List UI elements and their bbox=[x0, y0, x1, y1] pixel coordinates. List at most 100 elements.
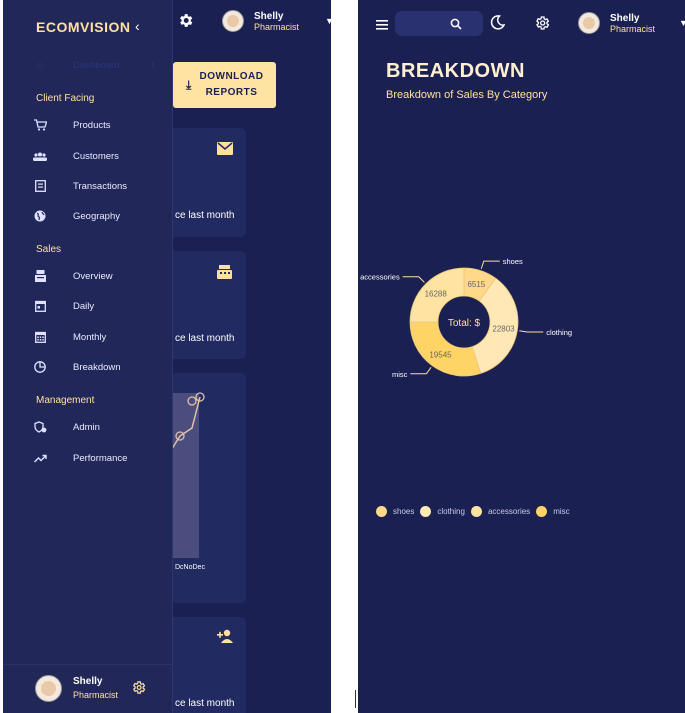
sidebar-item-label: Performance bbox=[73, 452, 128, 464]
leader-line bbox=[402, 276, 425, 283]
slice-category-label: clothing bbox=[546, 328, 572, 337]
download-label-line1: DOWNLOAD bbox=[199, 71, 264, 82]
leader-line bbox=[519, 330, 544, 333]
leader-line bbox=[410, 367, 432, 375]
user-menu[interactable]: Shelly Pharmacist ▼ bbox=[222, 10, 331, 32]
cart-icon bbox=[33, 118, 47, 132]
legend-label: accessories bbox=[487, 506, 531, 516]
sidebar: ECOMVISION ‹ ⌂ Dashboard › Client Facing… bbox=[3, 0, 173, 713]
sidebar-item-label: Dashboard bbox=[73, 59, 120, 71]
home-icon: ⌂ bbox=[36, 59, 44, 71]
collapse-sidebar-button[interactable]: ‹ bbox=[135, 18, 140, 34]
card-change-text: ce last month bbox=[175, 210, 235, 221]
slice-category-label: accessories bbox=[360, 273, 400, 282]
slice-value-label: 19545 bbox=[429, 350, 452, 359]
search-icon[interactable] bbox=[450, 17, 462, 35]
globe-icon bbox=[33, 209, 47, 223]
legend-swatch bbox=[470, 505, 482, 517]
donut-center-label: Total: $ bbox=[448, 318, 481, 329]
legend-item-clothing[interactable]: clothing bbox=[420, 505, 465, 517]
sidebar-item-breakdown[interactable]: Breakdown bbox=[33, 356, 163, 378]
gear-icon[interactable] bbox=[534, 15, 550, 36]
stat-card: ce last month bbox=[163, 128, 246, 237]
sidebar-item-geography[interactable]: Geography bbox=[33, 205, 163, 227]
download-reports-button[interactable]: ⤓ DOWNLOAD REPORTS bbox=[173, 62, 276, 108]
menu-icon[interactable] bbox=[376, 17, 388, 35]
legend-swatch bbox=[376, 505, 387, 517]
page-subtitle: Breakdown of Sales By Category bbox=[386, 89, 548, 101]
sidebar-item-products[interactable]: Products bbox=[33, 114, 163, 136]
calendar-month-icon bbox=[33, 330, 47, 344]
window-divider bbox=[355, 690, 356, 708]
avatar bbox=[35, 675, 62, 702]
sidebar-item-label: Daily bbox=[73, 300, 95, 312]
chevron-right-icon: › bbox=[151, 59, 155, 71]
groups-icon bbox=[33, 149, 47, 163]
slice-value-label: 22803 bbox=[492, 324, 515, 333]
legend-label: shoes bbox=[393, 506, 415, 516]
sidebar-item-performance[interactable]: Performance bbox=[33, 447, 163, 469]
admin-icon bbox=[33, 420, 47, 434]
user-name: Shelly bbox=[610, 12, 640, 24]
point-of-sale-icon bbox=[33, 269, 47, 283]
mini-chart-axis-labels: DcNoDec bbox=[175, 564, 205, 571]
legend-item-shoes[interactable]: shoes bbox=[376, 505, 415, 517]
pie-chart-icon bbox=[33, 360, 47, 374]
person-add-icon bbox=[217, 629, 234, 646]
legend-label: misc bbox=[553, 506, 570, 516]
sidebar-footer: Shelly Pharmacist bbox=[3, 664, 173, 713]
gear-icon[interactable] bbox=[131, 680, 146, 700]
sidebar-item-monthly[interactable]: Monthly bbox=[33, 326, 163, 348]
user-menu[interactable]: Shelly Pharmacist ▼ bbox=[578, 12, 685, 34]
gear-icon[interactable] bbox=[177, 12, 194, 34]
chart-legend: shoes clothing accessories misc bbox=[376, 503, 576, 519]
leader-line bbox=[480, 260, 500, 269]
pie-slice-misc[interactable] bbox=[409, 321, 482, 377]
legend-swatch bbox=[536, 505, 548, 517]
page-title: BREAKDOWN bbox=[386, 60, 525, 82]
user-role: Pharmacist bbox=[73, 690, 119, 700]
stat-card: ce last month bbox=[163, 251, 246, 359]
sidebar-item-label: Breakdown bbox=[73, 361, 121, 373]
trending-up-icon bbox=[33, 451, 47, 465]
sidebar-item-label: Customers bbox=[73, 150, 119, 162]
sidebar-item-daily[interactable]: Daily bbox=[33, 295, 163, 317]
sidebar-item-label: Transactions bbox=[73, 180, 128, 192]
stat-card: ce last month bbox=[163, 617, 246, 713]
caret-down-icon[interactable]: ▼ bbox=[325, 16, 331, 26]
search-input[interactable] bbox=[395, 11, 483, 36]
user-role: Pharmacist bbox=[610, 23, 656, 34]
slice-category-label: shoes bbox=[503, 257, 523, 266]
sidebar-item-dashboard[interactable]: ⌂ Dashboard › bbox=[33, 54, 163, 76]
point-of-sale-icon bbox=[217, 265, 232, 282]
sidebar-item-transactions[interactable]: Transactions bbox=[33, 175, 163, 197]
calendar-today-icon bbox=[33, 299, 47, 313]
legend-item-misc[interactable]: misc bbox=[536, 505, 570, 517]
section-management: Management bbox=[36, 395, 95, 406]
sidebar-item-label: Products bbox=[73, 119, 111, 131]
slice-value-label: 16288 bbox=[425, 290, 448, 299]
sidebar-item-label: Monthly bbox=[73, 331, 107, 343]
slice-category-label: misc bbox=[392, 370, 408, 379]
sidebar-item-label: Admin bbox=[73, 421, 100, 433]
sidebar-item-label: Overview bbox=[73, 270, 113, 282]
user-role: Pharmacist bbox=[254, 21, 300, 32]
moon-icon[interactable] bbox=[490, 15, 506, 35]
mini-chart-card: DcNoDec bbox=[163, 373, 246, 603]
email-icon bbox=[217, 142, 233, 158]
legend-item-accessories[interactable]: accessories bbox=[470, 505, 531, 517]
user-name: Shelly bbox=[73, 676, 103, 687]
download-label-line2: REPORTS bbox=[205, 87, 258, 98]
download-icon: ⤓ bbox=[186, 78, 192, 92]
legend-swatch bbox=[420, 505, 432, 517]
brand-logo: ECOMVISION bbox=[36, 19, 131, 35]
caret-down-icon[interactable]: ▼ bbox=[679, 18, 685, 28]
sidebar-item-admin[interactable]: Admin bbox=[33, 416, 163, 438]
card-change-text: ce last month bbox=[175, 698, 235, 709]
sidebar-item-customers[interactable]: Customers bbox=[33, 145, 163, 167]
breakdown-donut-chart: 6515 shoes 22803 clothing 19545 misc 16288 acce… bbox=[360, 257, 572, 379]
breakdown-window: Shelly Pharmacist ▼ BREAKDOWN Breakdown … bbox=[358, 0, 685, 713]
sidebar-item-overview[interactable]: Overview bbox=[33, 265, 163, 287]
slice-value-label: 6515 bbox=[467, 280, 485, 289]
avatar bbox=[578, 12, 600, 34]
